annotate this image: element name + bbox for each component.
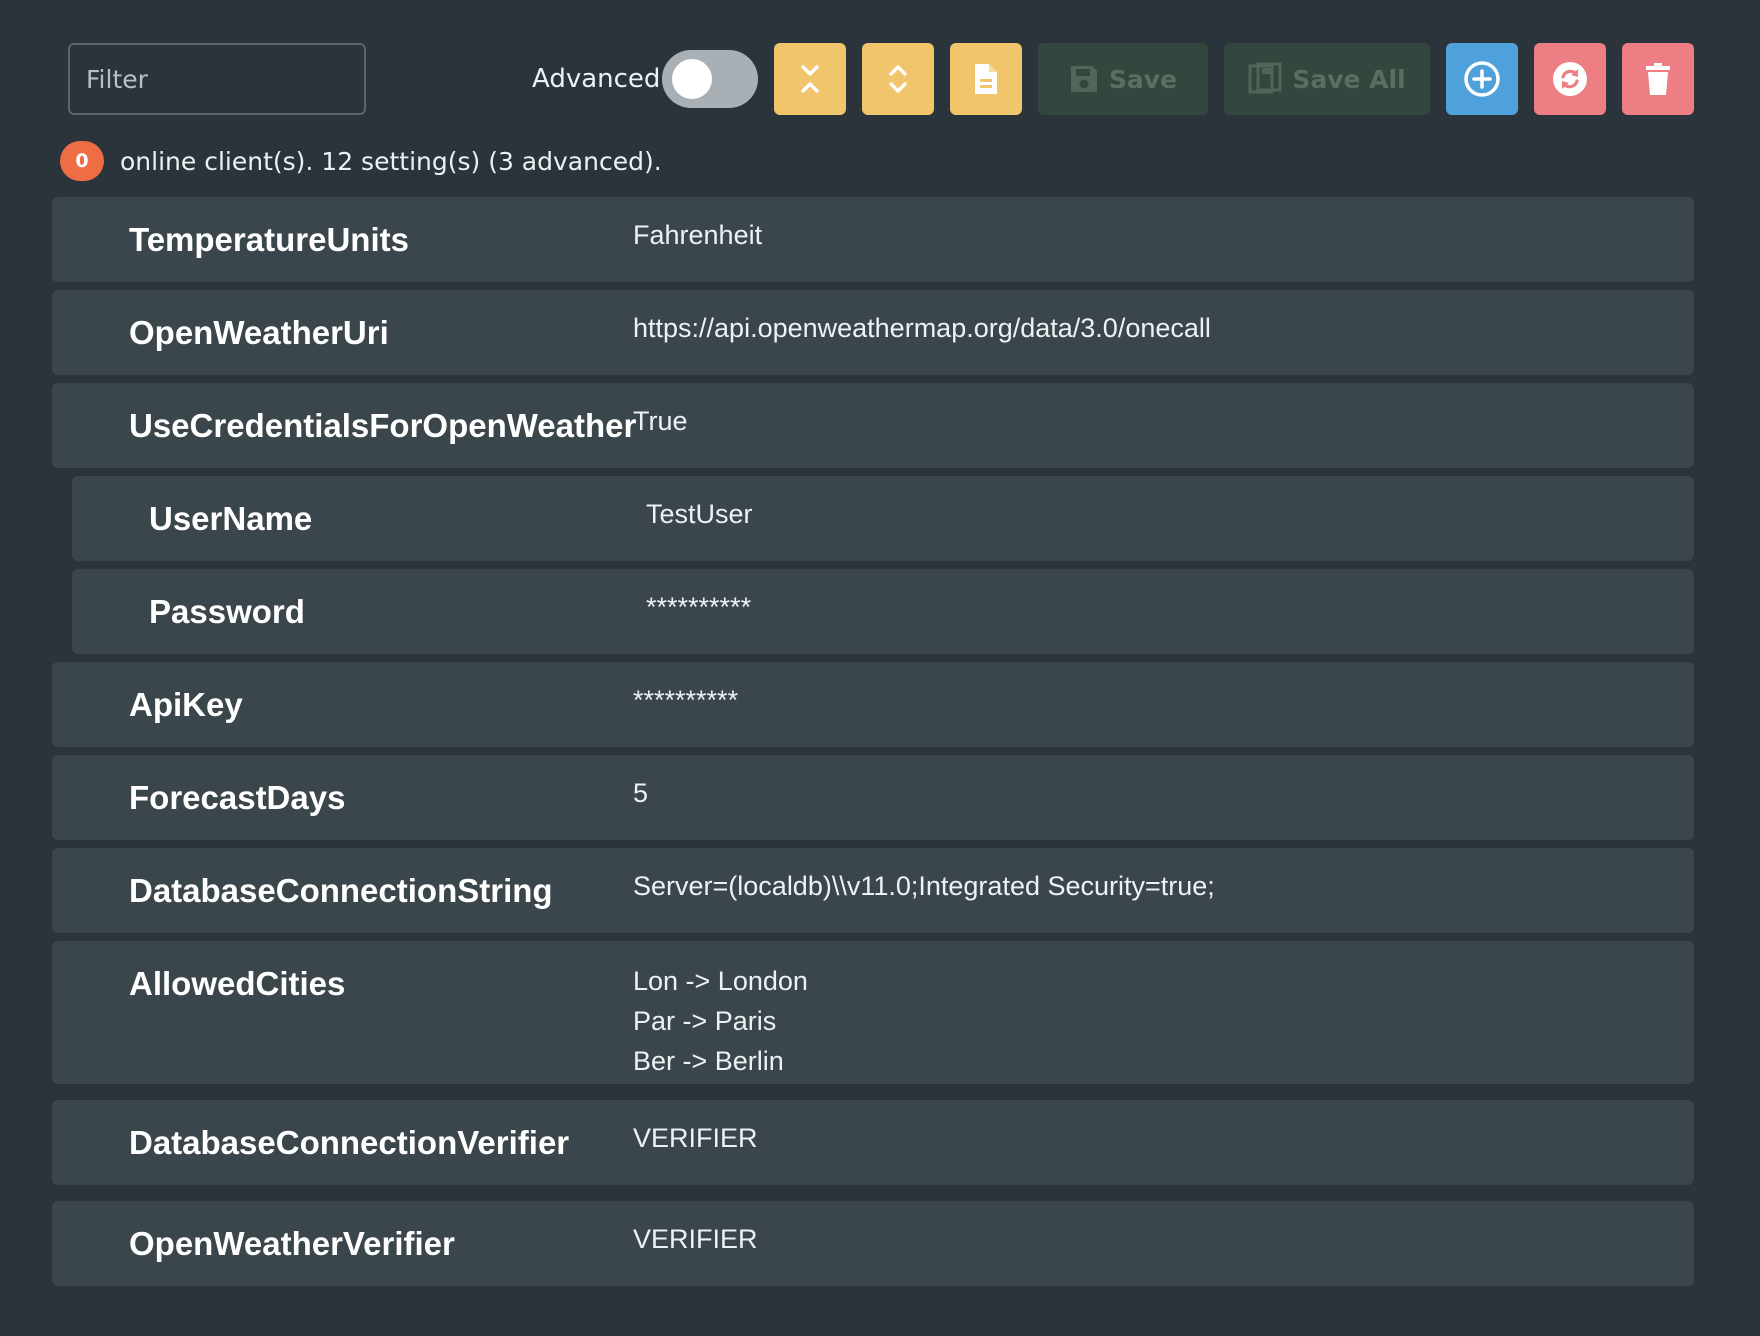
setting-row-database-connection-string[interactable]: DatabaseConnectionString Server=(localdb… bbox=[52, 848, 1694, 933]
online-count-badge: 0 bbox=[60, 141, 104, 181]
setting-value: TestUser bbox=[646, 499, 753, 529]
setting-name: AllowedCities bbox=[129, 964, 346, 1002]
setting-value: ********** bbox=[646, 592, 752, 622]
setting-name: DatabaseConnectionString bbox=[129, 871, 553, 909]
toolbar: Advanced Save bbox=[68, 43, 1694, 115]
setting-name: TemperatureUnits bbox=[129, 220, 409, 258]
save-button[interactable]: Save bbox=[1038, 43, 1208, 115]
trash-icon bbox=[1646, 63, 1670, 95]
setting-name: OpenWeatherUri bbox=[129, 313, 389, 351]
advanced-toggle[interactable] bbox=[662, 50, 758, 108]
setting-name: OpenWeatherVerifier bbox=[129, 1224, 455, 1262]
add-button[interactable] bbox=[1446, 43, 1518, 115]
document-button[interactable] bbox=[950, 43, 1022, 115]
setting-row-password[interactable]: Password ********** bbox=[72, 569, 1694, 654]
setting-row-open-weather-uri[interactable]: OpenWeatherUri https://api.openweatherma… bbox=[52, 290, 1694, 375]
list-item: Par -> Paris bbox=[633, 1006, 777, 1036]
setting-row-use-credentials[interactable]: UseCredentialsForOpenWeather True bbox=[52, 383, 1694, 468]
reload-button[interactable] bbox=[1534, 43, 1606, 115]
setting-name: ForecastDays bbox=[129, 778, 346, 816]
setting-name: ApiKey bbox=[129, 685, 243, 723]
setting-row-database-connection-verifier[interactable]: DatabaseConnectionVerifier VERIFIER bbox=[52, 1100, 1694, 1185]
toggle-knob bbox=[672, 59, 712, 99]
setting-value: Server=(localdb)\\v11.0;Integrated Secur… bbox=[633, 871, 1215, 901]
setting-row-forecast-days[interactable]: ForecastDays 5 bbox=[52, 755, 1694, 840]
delete-button[interactable] bbox=[1622, 43, 1694, 115]
settings-list: TemperatureUnits Fahrenheit OpenWeatherU… bbox=[52, 197, 1694, 1294]
setting-value: ********** bbox=[633, 685, 739, 715]
setting-name: DatabaseConnectionVerifier bbox=[129, 1123, 570, 1161]
status-text: online client(s). 12 setting(s) (3 advan… bbox=[120, 146, 662, 176]
setting-value: https://api.openweathermap.org/data/3.0/… bbox=[633, 313, 1211, 343]
save-all-icon bbox=[1248, 62, 1282, 94]
plus-circle-icon bbox=[1464, 61, 1500, 97]
setting-value: 5 bbox=[633, 778, 649, 808]
list-item: Ber -> Berlin bbox=[633, 1046, 784, 1076]
reload-icon bbox=[1553, 62, 1587, 96]
save-button-label: Save bbox=[1108, 64, 1178, 94]
setting-value: VERIFIER bbox=[633, 1224, 758, 1254]
status-line: 0 online client(s). 12 setting(s) (3 adv… bbox=[60, 140, 662, 182]
setting-row-user-name[interactable]: UserName TestUser bbox=[72, 476, 1694, 561]
floppy-icon bbox=[1070, 66, 1097, 92]
setting-value-list: Lon -> London Par -> Paris Ber -> Berlin bbox=[633, 961, 808, 1081]
setting-name: UseCredentialsForOpenWeather bbox=[129, 406, 637, 444]
save-all-button-label: Save All bbox=[1292, 64, 1406, 94]
setting-name: UserName bbox=[149, 499, 313, 537]
expand-all-button[interactable] bbox=[862, 43, 934, 115]
setting-name: Password bbox=[149, 592, 305, 630]
setting-value: VERIFIER bbox=[633, 1123, 758, 1153]
save-all-button[interactable]: Save All bbox=[1224, 43, 1430, 115]
document-icon bbox=[975, 64, 997, 94]
setting-row-temperature-units[interactable]: TemperatureUnits Fahrenheit bbox=[52, 197, 1694, 282]
setting-row-allowed-cities[interactable]: AllowedCities Lon -> London Par -> Paris… bbox=[52, 941, 1694, 1084]
expand-icon bbox=[889, 65, 907, 93]
filter-input[interactable] bbox=[68, 43, 366, 115]
setting-value: True bbox=[633, 406, 688, 436]
setting-value: Fahrenheit bbox=[633, 220, 763, 250]
setting-row-api-key[interactable]: ApiKey ********** bbox=[52, 662, 1694, 747]
advanced-label: Advanced bbox=[532, 64, 661, 94]
setting-row-open-weather-verifier[interactable]: OpenWeatherVerifier VERIFIER bbox=[52, 1201, 1694, 1286]
collapse-all-button[interactable] bbox=[774, 43, 846, 115]
collapse-icon bbox=[801, 65, 819, 93]
list-item: Lon -> London bbox=[633, 966, 808, 996]
